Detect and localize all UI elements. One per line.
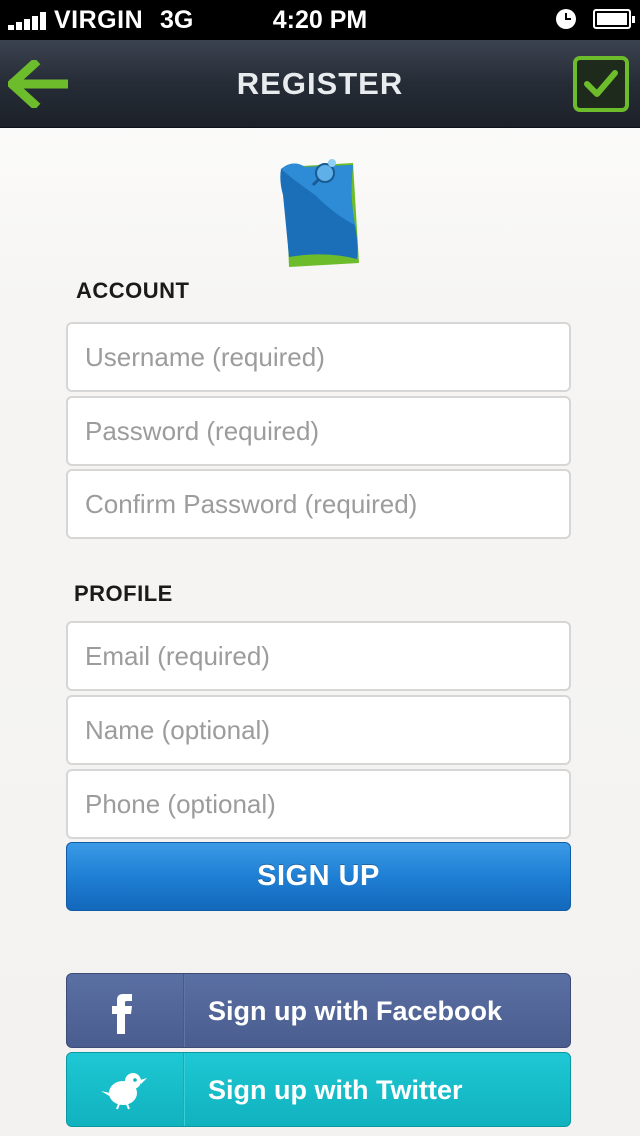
sign-up-button[interactable]: SIGN UP [66, 842, 571, 911]
page-title: REGISTER [236, 66, 404, 101]
alarm-clock-icon [556, 9, 576, 29]
phone-input[interactable] [66, 769, 571, 839]
checkmark-icon [584, 70, 618, 97]
battery-icon [593, 9, 635, 29]
password-input[interactable] [66, 396, 571, 466]
twitter-bird-icon [101, 1073, 147, 1110]
twitter-signup-button[interactable]: Sign up with Twitter [66, 1052, 571, 1127]
email-input[interactable] [66, 621, 571, 691]
username-input[interactable] [66, 322, 571, 392]
confirm-password-input[interactable] [66, 469, 571, 539]
twitter-signup-label: Sign up with Twitter [208, 1075, 463, 1105]
profile-heading: PROFILE [74, 581, 173, 606]
account-heading: ACCOUNT [76, 278, 190, 303]
status-bar: VIRGIN 3G 4:20 PM [0, 0, 640, 40]
pinned-note-icon [280, 159, 359, 267]
facebook-signup-label: Sign up with Facebook [208, 996, 503, 1026]
facebook-f-icon [112, 994, 132, 1034]
navigation-bar: REGISTER [0, 40, 640, 128]
status-time: 4:20 PM [272, 6, 368, 34]
name-input[interactable] [66, 695, 571, 765]
confirm-button[interactable] [573, 56, 629, 112]
facebook-signup-button[interactable]: Sign up with Facebook [66, 973, 571, 1048]
